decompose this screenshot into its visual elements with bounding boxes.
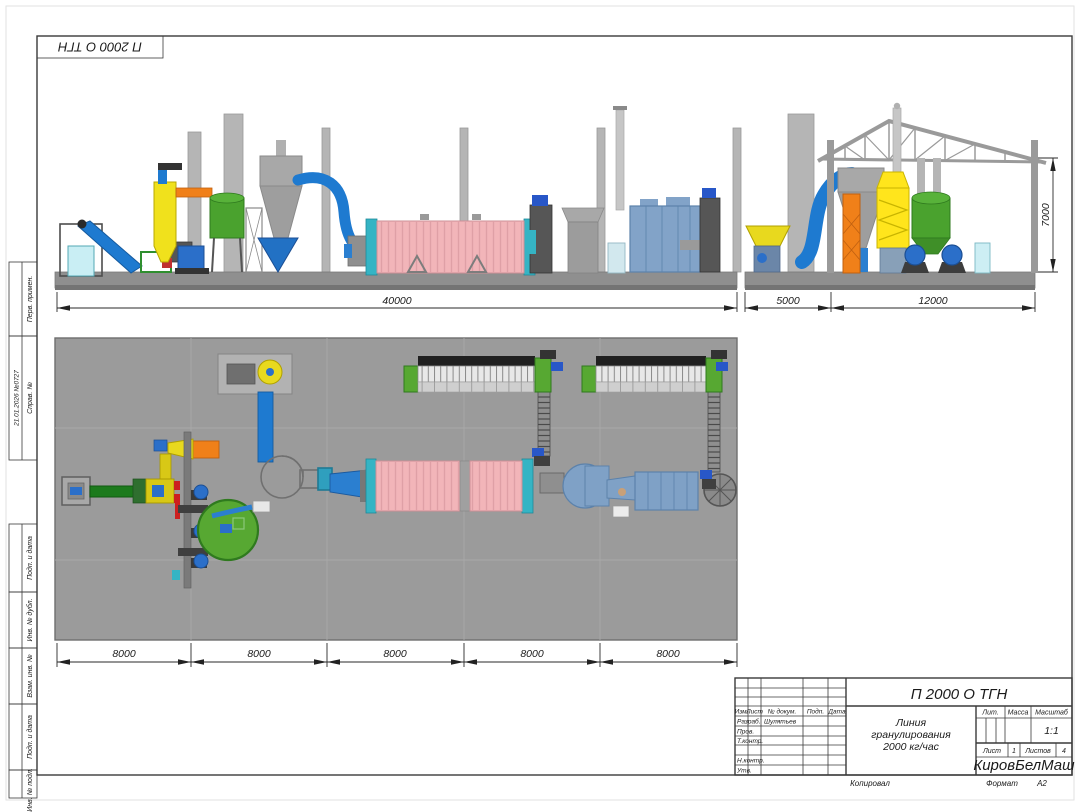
downpipe-blue-plan — [258, 392, 273, 462]
doc-name-line2: гранулирования — [871, 729, 951, 741]
titleblock-designation: П 2000 О ТГН — [911, 686, 1008, 703]
infeed-box-plan — [62, 477, 90, 505]
cabinet-cyan — [975, 243, 990, 273]
cyclone-fan-blue — [258, 238, 298, 272]
dim-plan-bay-1: 8000 — [112, 648, 136, 660]
row-utv: Утв. — [736, 768, 752, 775]
sheet-footer: Копировал Формат А2 — [850, 779, 1047, 788]
platform-main — [55, 272, 737, 290]
dim-elevation-right-2: 12000 — [918, 295, 947, 307]
doc-name-line1: Линия — [895, 717, 927, 729]
row-nkontr: Н.контр. — [737, 758, 765, 765]
col-list: Лист — [745, 709, 763, 716]
row-razrab: Разраб. — [737, 718, 761, 726]
sheet-value: 1 — [1012, 748, 1016, 755]
col-doc: № докум. — [768, 708, 797, 716]
platform-right — [745, 272, 1035, 290]
dim-plan-bay-3: 8000 — [383, 648, 407, 660]
col-data: Дата — [827, 709, 846, 716]
dim-plan-bay-5: 8000 — [656, 648, 680, 660]
duct-orange — [176, 188, 212, 197]
drawing-canvas: П 2000 О ТГН Перв. примен. Справ. № 21.0… — [0, 0, 1080, 812]
margin-label-inv-podl: Инв. № подл. — [26, 768, 34, 811]
drawing-sheet: П 2000 О ТГН Перв. примен. Справ. № 21.0… — [0, 0, 1080, 812]
footer-copied: Копировал — [850, 779, 890, 788]
margin-label-vzam-inv: Взам. инв. № — [27, 654, 34, 698]
elevation-view — [55, 103, 1046, 290]
dim-plan-bay-2: 8000 — [247, 648, 271, 660]
sheet-label: Лист — [982, 748, 1001, 755]
cyclone-box-plan — [218, 354, 292, 394]
margin-label-podp-data-1: Подп. и дата — [26, 536, 34, 580]
dim-plan-bay-4: 8000 — [520, 648, 544, 660]
dim-elevation-main: 40000 — [382, 295, 411, 307]
razrab-name: Шулятьев — [764, 719, 797, 726]
corner-stamp-text: П 2000 О ТГН — [58, 40, 142, 55]
control-cabinet — [608, 243, 625, 273]
yellow-crusher — [746, 226, 790, 272]
orange-box-plan — [193, 441, 219, 458]
scale-value: 1:1 — [1044, 725, 1059, 737]
furnace-unit-blue — [630, 197, 702, 272]
tower-orange — [843, 194, 860, 273]
footer-format-value: А2 — [1036, 779, 1047, 788]
round-hopper-gray — [562, 208, 604, 273]
rotary-drum-dryer-plan — [360, 459, 533, 513]
massa-label: Масса — [1008, 710, 1029, 717]
margin-label-sprav-no: Справ. № — [27, 382, 34, 414]
discharge-elevator-2 — [700, 188, 720, 272]
margin-column: Перв. примен. Справ. № 21.01.2026 №0727 … — [9, 262, 37, 812]
row-prov: Пров. — [737, 729, 754, 736]
margin-note-sprav: 21.01.2026 №0727 — [14, 370, 21, 427]
masshtab-label: Масштаб — [1035, 709, 1069, 717]
sheets-label: Листов — [1024, 748, 1051, 755]
doc-name-line3: 2000 кг/час — [882, 741, 940, 753]
margin-label-perv-primen: Перв. примен. — [27, 276, 34, 323]
col-podp: Подп. — [807, 708, 824, 716]
sieve-yellow — [877, 172, 909, 273]
discharge-elevator-1 — [526, 195, 552, 273]
chimney-roof — [893, 103, 901, 176]
dim-elevation-height: 7000 — [1040, 203, 1052, 227]
lit-label: Лит. — [981, 710, 998, 717]
chimney-small — [613, 106, 627, 210]
corner-stamp: П 2000 О ТГН — [37, 36, 163, 58]
title-block: П 2000 О ТГН Линия гранулирования 2000 к… — [735, 678, 1076, 775]
margin-label-podp-data-2: Подп. и дата — [26, 715, 34, 759]
plan-view — [55, 338, 737, 640]
margin-label-inv-dubl: Инв. № дубл. — [26, 598, 34, 641]
footer-format-label: Формат — [986, 779, 1018, 788]
cyclone-gray — [260, 140, 302, 238]
sheets-value: 4 — [1062, 748, 1066, 755]
row-tkontr: Т.контр. — [737, 738, 763, 745]
rotary-drum-dryer-side — [344, 214, 535, 275]
company-name: КировБелМаш — [973, 757, 1075, 774]
dim-elevation-right-1: 5000 — [776, 295, 800, 307]
